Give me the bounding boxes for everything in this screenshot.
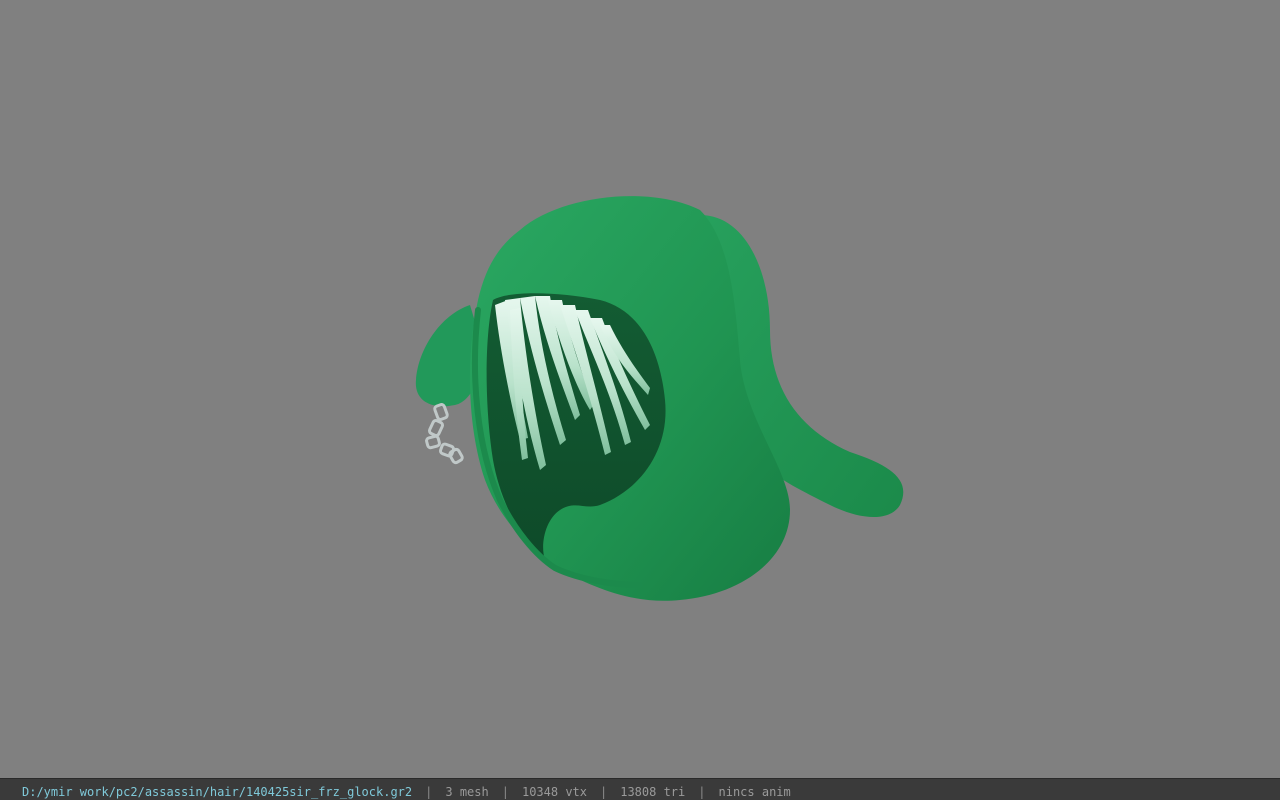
status-separator: | (600, 785, 608, 799)
status-separator: | (501, 785, 509, 799)
mesh-count: 3 mesh (445, 785, 489, 799)
model-render (415, 196, 904, 601)
file-path: D:/ymir work/pc2/assassin/hair/140425sir… (22, 785, 413, 799)
vertex-count: 10348 vtx (521, 785, 587, 799)
status-bar: D:/ymir work/pc2/assassin/hair/140425sir… (0, 778, 1280, 800)
status-separator: | (698, 785, 706, 799)
status-separator: | (425, 785, 433, 799)
3d-viewport[interactable] (0, 0, 1280, 778)
triangle-count: 13808 tri (620, 785, 686, 799)
animation-status: nincs anim (718, 785, 791, 799)
hood-chain (425, 403, 464, 465)
